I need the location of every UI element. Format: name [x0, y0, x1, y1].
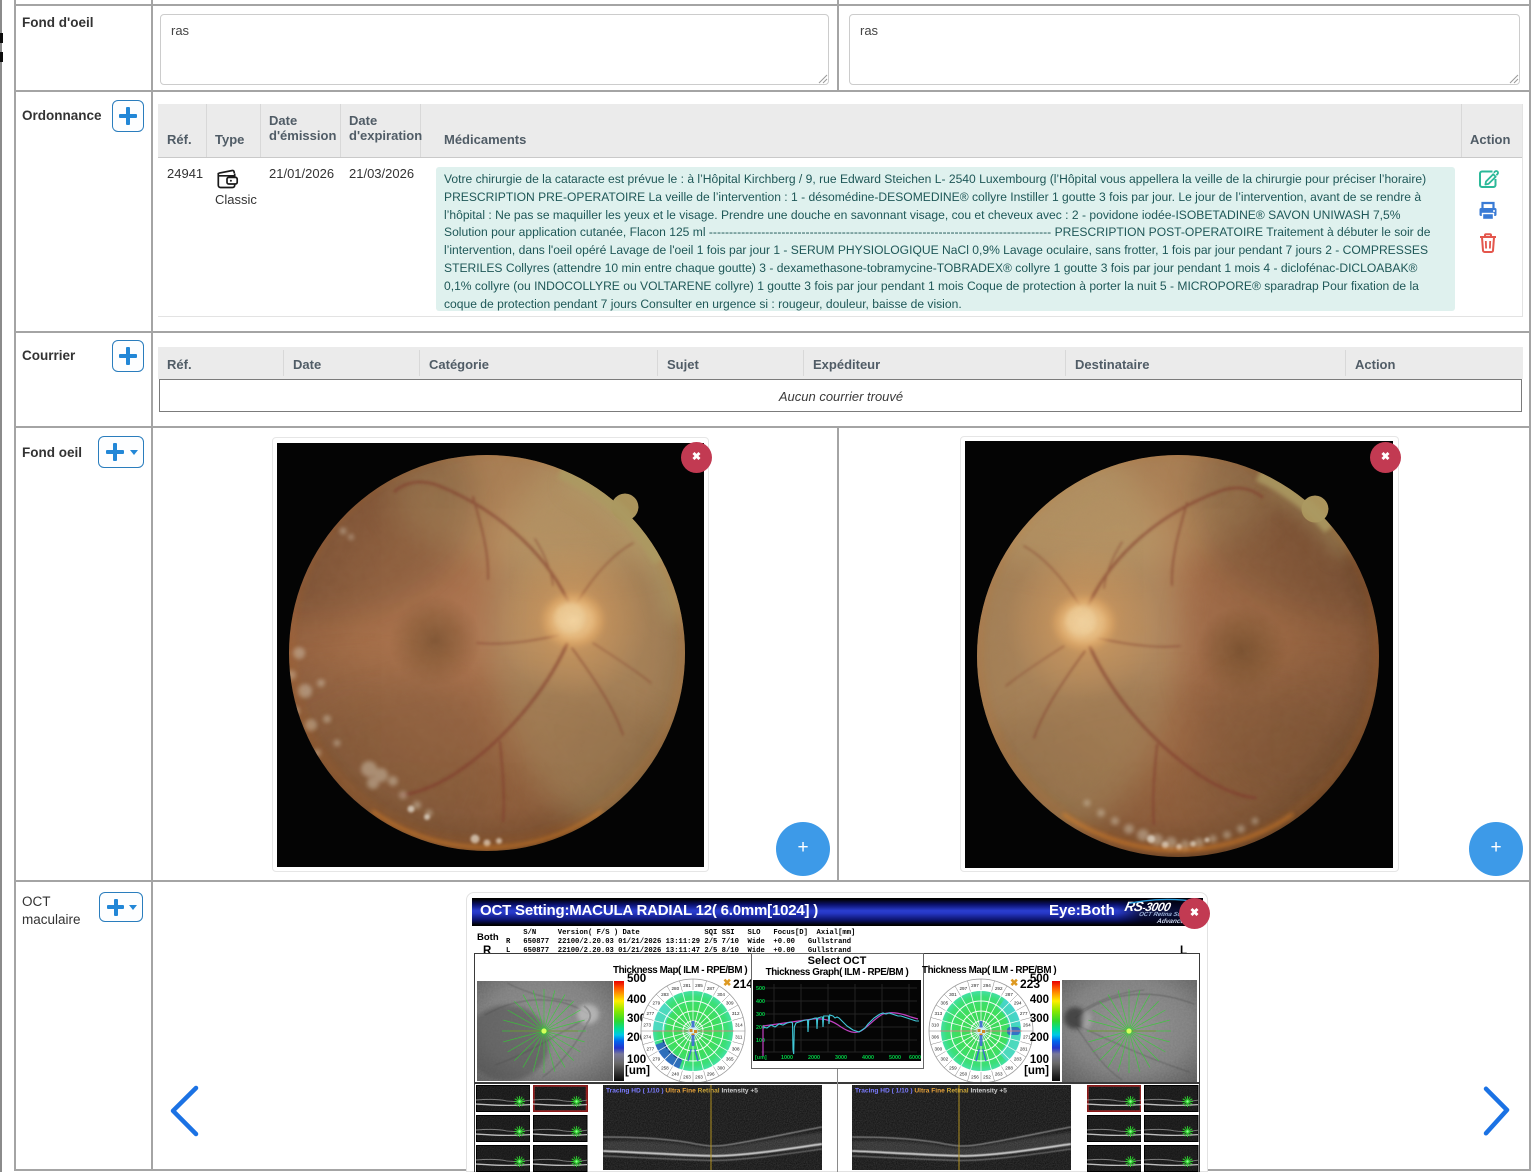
svg-text:294: 294: [983, 983, 991, 988]
svg-text:Tracing HD ( 1/10 ) Ultra Fine: Tracing HD ( 1/10 ) Ultra Fine Retinal I…: [855, 1088, 1007, 1095]
svg-text:292: 292: [994, 986, 1002, 991]
svg-text:301: 301: [949, 992, 957, 997]
svg-text:288: 288: [1005, 1065, 1013, 1070]
svg-text:305: 305: [940, 1000, 948, 1005]
svg-text:500: 500: [756, 986, 765, 992]
svg-text:240: 240: [671, 1071, 679, 1076]
svg-text:296: 296: [707, 1071, 715, 1076]
svg-text:256: 256: [971, 1074, 979, 1079]
svg-text:274: 274: [643, 1034, 651, 1039]
svg-text:100: 100: [756, 1038, 765, 1044]
svg-text:306: 306: [931, 1034, 939, 1039]
svg-text:5000: 5000: [889, 1055, 901, 1061]
svg-text:263: 263: [683, 1074, 691, 1079]
svg-text:281: 281: [1019, 1046, 1027, 1051]
svg-text:277: 277: [646, 1010, 654, 1015]
svg-text:250: 250: [959, 1071, 967, 1076]
svg-text:310: 310: [931, 1022, 939, 1027]
svg-text:287: 287: [1005, 992, 1013, 997]
svg-text:263: 263: [695, 1074, 703, 1079]
svg-text:283: 283: [1013, 1056, 1021, 1061]
svg-text:304: 304: [717, 992, 725, 997]
svg-text:309: 309: [726, 1000, 734, 1005]
svg-text:3000: 3000: [835, 1055, 847, 1061]
svg-text:1000: 1000: [781, 1055, 793, 1061]
svg-text:279: 279: [652, 1000, 660, 1005]
svg-text:Tracing HD ( 1/10 ) Ultra Fine: Tracing HD ( 1/10 ) Ultra Fine Retinal I…: [606, 1088, 758, 1095]
svg-text:297: 297: [959, 986, 967, 991]
svg-text:311: 311: [735, 1034, 743, 1039]
svg-text:300: 300: [756, 1012, 765, 1018]
svg-text:300: 300: [717, 1065, 725, 1070]
svg-text:314: 314: [735, 1022, 743, 1027]
svg-text:273: 273: [643, 1022, 651, 1027]
svg-text:279: 279: [652, 1056, 660, 1061]
svg-text:2000: 2000: [808, 1055, 820, 1061]
svg-text:259: 259: [949, 1065, 957, 1070]
svg-text:6000: 6000: [909, 1055, 921, 1061]
svg-text:263: 263: [994, 1071, 1002, 1076]
svg-text:300: 300: [934, 1046, 942, 1051]
svg-text:281: 281: [683, 982, 691, 987]
svg-text:312: 312: [732, 1010, 740, 1015]
svg-text:287: 287: [707, 985, 715, 990]
svg-text:313: 313: [934, 1011, 942, 1016]
svg-text:283: 283: [661, 992, 669, 997]
svg-text:365: 365: [726, 1056, 734, 1061]
svg-text:4000: 4000: [862, 1055, 874, 1061]
svg-text:297: 297: [971, 983, 979, 988]
svg-text:308: 308: [732, 1046, 740, 1051]
svg-text:400: 400: [756, 999, 765, 1005]
svg-text:302: 302: [940, 1056, 948, 1061]
svg-text:252: 252: [983, 1074, 991, 1079]
svg-text:280: 280: [671, 985, 679, 990]
svg-text:285: 285: [695, 982, 703, 987]
svg-text:258: 258: [661, 1065, 669, 1070]
svg-text:277: 277: [646, 1046, 654, 1051]
svg-text:[um]: [um]: [755, 1055, 767, 1061]
svg-text:294: 294: [1013, 1000, 1021, 1005]
